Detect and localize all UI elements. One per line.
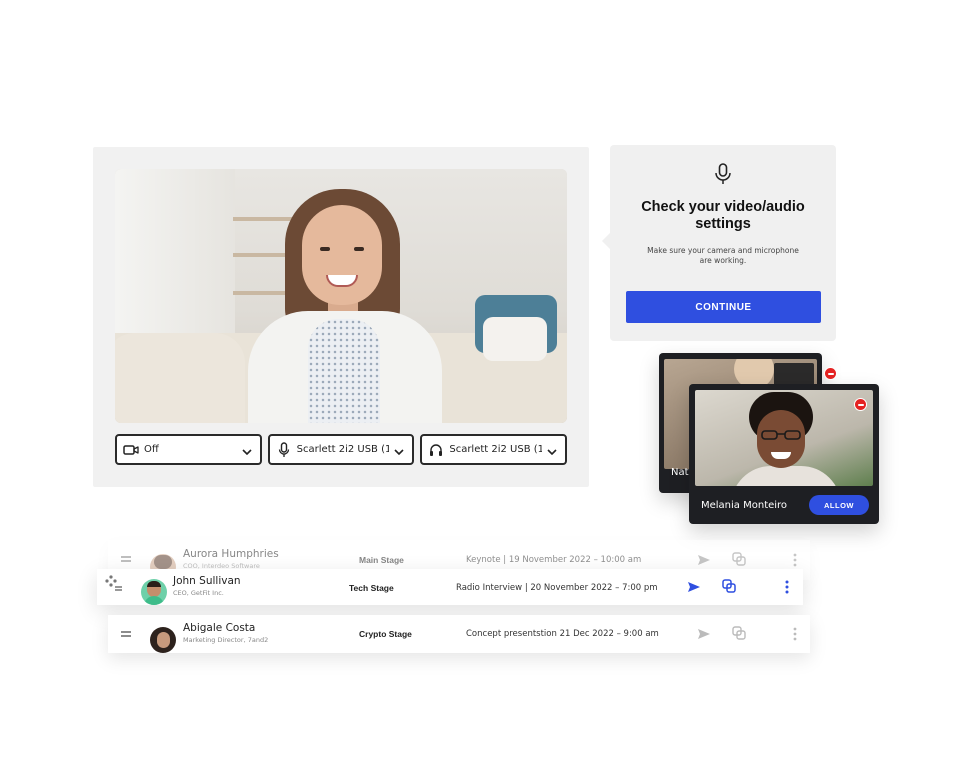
participant-tile: Melania Monteiro ALLOW	[689, 384, 879, 524]
drag-handle-icon[interactable]	[121, 631, 131, 637]
stage-name: Main Stage	[359, 555, 404, 565]
check-settings-title: Check your video/audio settings	[641, 199, 805, 232]
copy-icon[interactable]	[732, 626, 746, 640]
video-camera-icon	[123, 442, 139, 458]
microphone-select-value: Scarlett 2i2 USB (123	[296, 444, 390, 455]
more-options-icon[interactable]	[788, 553, 802, 567]
copy-icon[interactable]	[732, 552, 746, 566]
continue-button[interactable]: CONTINUE	[626, 291, 821, 323]
microphone-select[interactable]: Scarlett 2i2 USB (123	[267, 434, 415, 465]
video-preview-card: Off Scarlett 2i2 USB (123 Scarlett 2i2 U…	[93, 147, 589, 487]
avatar	[141, 579, 167, 605]
more-options-icon[interactable]	[780, 580, 794, 594]
camera-select[interactable]: Off	[115, 434, 262, 465]
send-icon[interactable]	[697, 553, 711, 567]
table-row[interactable]: John Sullivan CEO, GetFit Inc. Tech Stag…	[97, 569, 803, 605]
move-icon[interactable]	[103, 573, 123, 597]
remove-participant-icon[interactable]	[854, 398, 867, 411]
copy-icon[interactable]	[722, 579, 736, 593]
stage-name: Crypto Stage	[359, 629, 412, 639]
check-settings-subtitle: Make sure your camera and microphone are…	[647, 246, 799, 265]
speaker-name: John Sullivan	[173, 575, 241, 587]
allow-button[interactable]: ALLOW	[809, 495, 869, 515]
chevron-down-icon	[242, 440, 252, 459]
session-info: Keynote | 19 November 2022 – 10:00 am	[466, 555, 642, 565]
speaker-name: Aurora Humphries	[183, 548, 279, 560]
speaker-select-value: Scarlett 2i2 USB (123	[449, 444, 542, 455]
microphone-icon	[276, 441, 292, 458]
participant-video	[695, 390, 873, 486]
chevron-down-icon	[547, 440, 557, 459]
session-info: Concept presentstion 21 Dec 2022 – 9:00 …	[466, 629, 659, 639]
stage-name: Tech Stage	[349, 583, 394, 593]
participant-name: Melania Monteiro	[701, 500, 788, 511]
speaker-role: Marketing Director, 7and2	[183, 636, 269, 644]
remove-participant-icon[interactable]	[824, 367, 837, 380]
camera-preview	[115, 169, 567, 423]
send-icon[interactable]	[687, 580, 701, 594]
check-settings-popover: Check your video/audio settings Make sur…	[602, 145, 836, 341]
participant-name: Nat	[671, 467, 689, 478]
preview-person	[240, 181, 450, 423]
drag-handle-icon[interactable]	[121, 556, 131, 562]
camera-select-value: Off	[144, 444, 159, 455]
avatar	[150, 627, 176, 653]
chevron-down-icon	[394, 440, 404, 459]
speaker-role: CEO, GetFit Inc.	[173, 589, 224, 597]
speaker-select[interactable]: Scarlett 2i2 USB (123	[420, 434, 568, 465]
headphones-icon	[428, 442, 444, 458]
more-options-icon[interactable]	[788, 627, 802, 641]
speaker-name: Abigale Costa	[183, 622, 256, 634]
microphone-icon	[713, 163, 733, 185]
table-row[interactable]: Abigale Costa Marketing Director, 7and2 …	[108, 615, 810, 653]
device-controls: Off Scarlett 2i2 USB (123 Scarlett 2i2 U…	[115, 434, 568, 466]
send-icon[interactable]	[697, 627, 711, 641]
session-info: Radio Interview | 20 November 2022 – 7:0…	[456, 583, 658, 593]
